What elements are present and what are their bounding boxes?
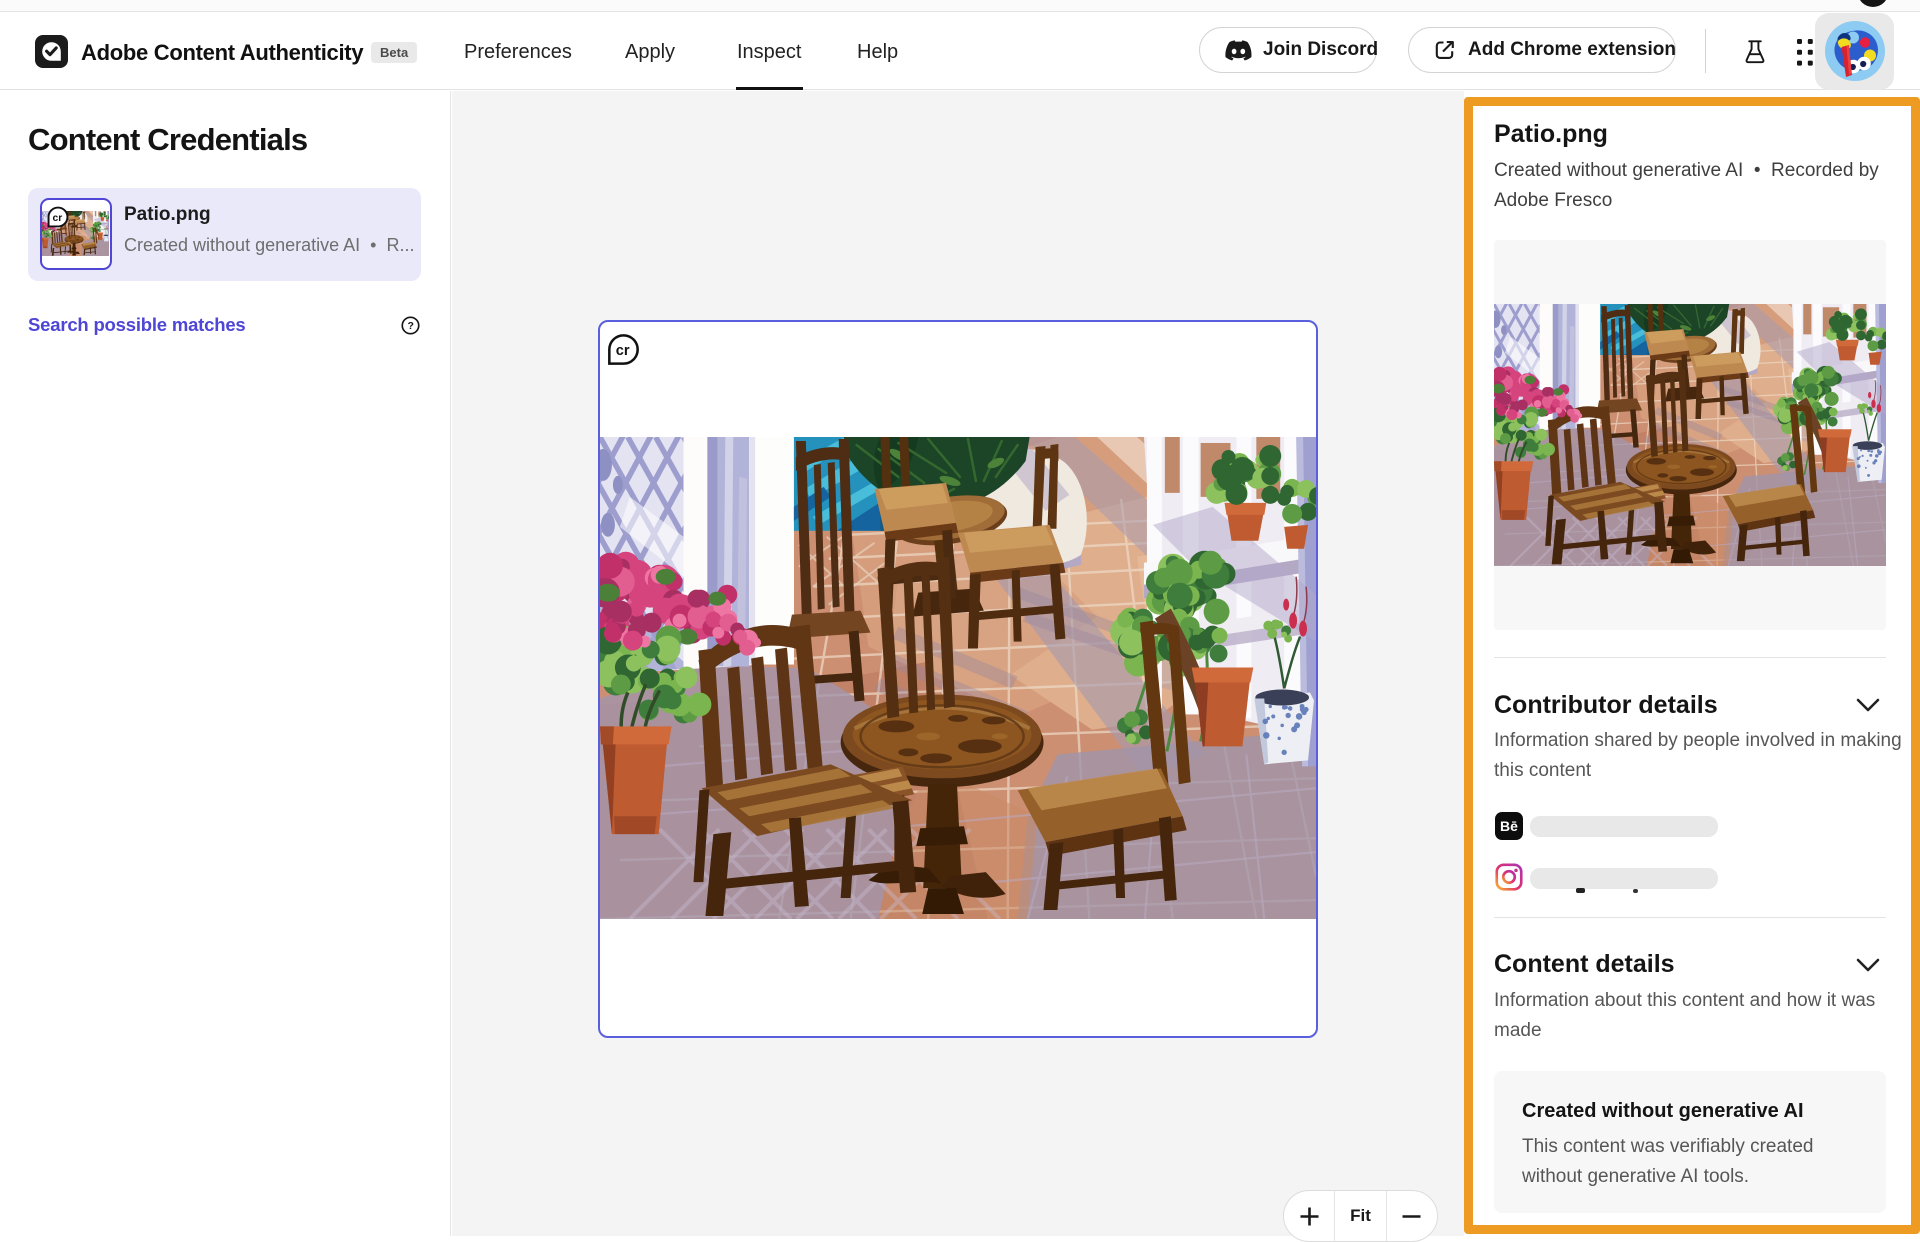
svg-text:cr: cr: [616, 343, 630, 359]
svg-text:cr: cr: [53, 213, 63, 224]
svg-text:?: ?: [407, 321, 413, 332]
